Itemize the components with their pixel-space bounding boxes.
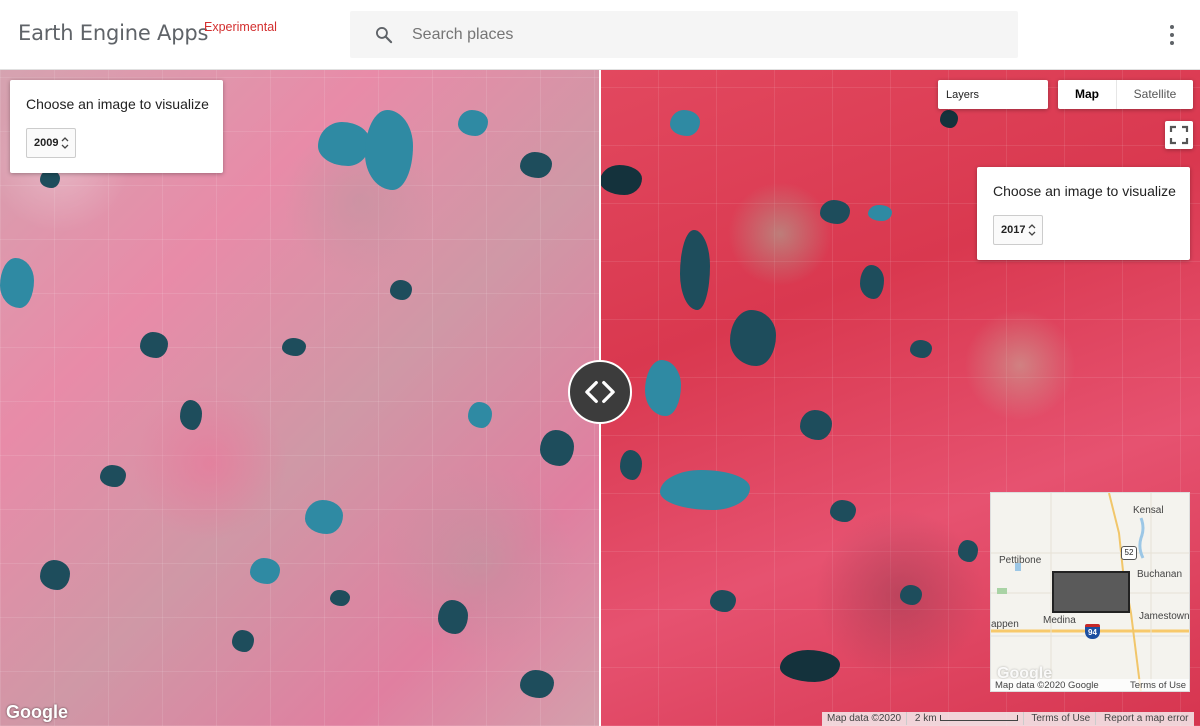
highway-shield-icon: 52 <box>1121 546 1137 560</box>
left-year-select[interactable]: 2009 <box>26 128 76 158</box>
left-image-panel: Choose an image to visualize 2009 <box>10 80 223 173</box>
search-input[interactable] <box>412 11 992 58</box>
more-vert-icon[interactable] <box>1160 22 1184 48</box>
map-type-control: Map Satellite <box>1058 80 1193 109</box>
report-map-error-link[interactable]: Report a map error <box>1099 712 1193 725</box>
right-image-panel: Choose an image to visualize 2017 <box>977 167 1190 260</box>
inset-place-jamestown: Jamestown <box>1139 611 1190 622</box>
google-logo[interactable]: Google <box>6 702 68 723</box>
search-box[interactable] <box>350 11 1018 58</box>
scale-label: 2 km <box>914 713 937 724</box>
inset-viewport-rectangle[interactable] <box>1052 571 1130 613</box>
spinner-arrows-icon <box>61 137 69 149</box>
highway-shield-52: 52 <box>1124 548 1134 557</box>
inset-locator-map[interactable]: Kensal Pettibone Buchanan Jamestown Medi… <box>990 492 1190 692</box>
interstate-shield-icon: 94 <box>1085 624 1100 639</box>
map-type-map-button[interactable]: Map <box>1058 80 1116 109</box>
inset-place-pettibone: Pettibone <box>999 555 1042 566</box>
layers-dropdown[interactable]: Layers <box>938 80 1048 109</box>
inset-attribution: Map data ©2020 Google Terms of Use <box>991 679 1189 691</box>
map-type-satellite-button[interactable]: Satellite <box>1116 80 1193 109</box>
inset-place-medina: Medina <box>1043 615 1076 626</box>
app-title: Earth Engine Apps <box>18 21 209 45</box>
inset-place-appen: appen <box>991 619 1019 630</box>
map-attribution-bar: Map data ©2020 2 km Terms of Use Report … <box>822 712 1194 726</box>
right-year-value: 2017 <box>1001 224 1026 236</box>
inset-terms-link[interactable]: Terms of Use <box>1130 680 1186 691</box>
scale-control[interactable]: 2 km <box>910 712 1024 725</box>
layers-label: Layers <box>946 89 980 101</box>
spinner-arrows-icon <box>1028 224 1036 236</box>
interstate-shield-94: 94 <box>1088 628 1097 637</box>
split-map[interactable]: Choose an image to visualize 2009 Choose… <box>0 70 1200 726</box>
search-icon[interactable] <box>374 25 394 45</box>
scale-bar <box>939 715 1018 722</box>
experimental-badge: Experimental <box>204 20 277 34</box>
swipe-handle-icon[interactable] <box>568 360 632 424</box>
app-header: Earth Engine Apps Experimental <box>0 0 1200 70</box>
inset-place-kensal: Kensal <box>1133 505 1164 516</box>
inset-place-buchanan: Buchanan <box>1137 569 1183 580</box>
right-year-select[interactable]: 2017 <box>993 215 1043 245</box>
inset-map-data: Map data ©2020 Google <box>995 680 1099 691</box>
terms-of-use-link[interactable]: Terms of Use <box>1026 712 1097 725</box>
fullscreen-icon[interactable] <box>1165 121 1193 149</box>
map-data-attribution[interactable]: Map data ©2020 <box>822 712 908 725</box>
left-panel-label: Choose an image to visualize <box>26 96 209 112</box>
right-panel-label: Choose an image to visualize <box>993 183 1176 199</box>
left-year-value: 2009 <box>34 137 59 149</box>
